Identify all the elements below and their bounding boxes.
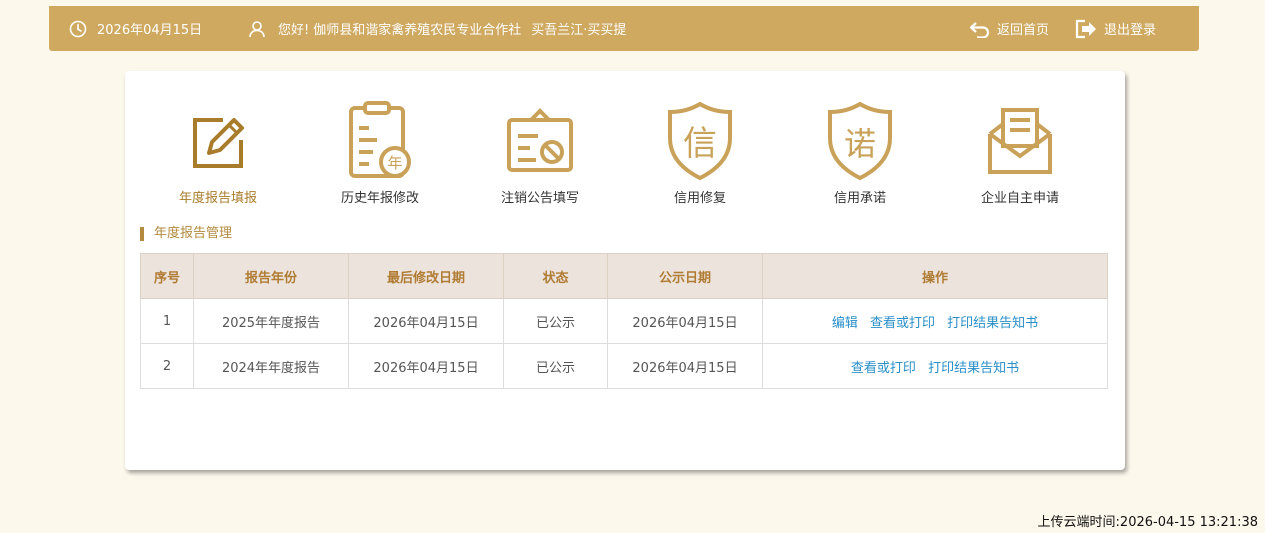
menu-label: 年度报告填报 (178, 191, 257, 206)
print-result-notice-link[interactable]: 打印结果告知书 (947, 316, 1038, 331)
cell-modified: 2026年04月15日 (348, 298, 504, 344)
home-button[interactable]: 返回首页 (969, 6, 1049, 51)
col-header-index: 序号 (140, 253, 194, 299)
cell-status: 已公示 (503, 298, 608, 344)
menu-label: 信用承诺 (833, 191, 886, 206)
col-header-year: 报告年份 (193, 253, 349, 299)
edit-link[interactable]: 编辑 (832, 316, 858, 331)
company-name: 伽师县和谐家禽养殖农民专业合作社 (313, 23, 522, 38)
menu-credit-repair[interactable]: 信 信用修复 (620, 99, 780, 206)
col-header-publish: 公示日期 (607, 253, 763, 299)
menu-label: 历史年报修改 (340, 191, 419, 206)
view-print-link[interactable]: 查看或打印 (851, 361, 916, 376)
menu-label: 信用修复 (673, 191, 726, 206)
return-arrow-icon (969, 20, 997, 38)
menu-label: 企业自主申请 (980, 191, 1059, 206)
col-header-actions: 操作 (762, 253, 1108, 299)
svg-text:信: 信 (683, 124, 717, 164)
header-date: 2026年04月15日 (69, 6, 202, 51)
header-user-info: 您好! 伽师县和谐家禽养殖农民专业合作社 买吾兰江·买买提 (248, 6, 626, 51)
envelope-icon (940, 99, 1100, 183)
section-title: 年度报告管理 (140, 227, 232, 241)
home-label: 返回首页 (997, 23, 1050, 38)
menu-history-report[interactable]: 年 历史年报修改 (300, 99, 460, 206)
cell-publish: 2026年04月15日 (607, 298, 763, 344)
menu-cancel-notice[interactable]: 注销公告填写 (460, 99, 620, 206)
col-header-modified: 最后修改日期 (348, 253, 504, 299)
table-header-row: 序号 报告年份 最后修改日期 状态 公示日期 操作 (140, 253, 1108, 299)
view-print-link[interactable]: 查看或打印 (870, 316, 935, 331)
edit-pencil-icon (138, 99, 298, 183)
cancel-notice-icon (460, 99, 620, 183)
shield-promise-icon: 诺 (780, 99, 940, 183)
cell-year: 2024年年度报告 (193, 343, 349, 389)
clock-icon (69, 20, 97, 38)
logout-button[interactable]: 退出登录 (1074, 6, 1156, 51)
cell-modified: 2026年04月15日 (348, 343, 504, 389)
print-result-notice-link[interactable]: 打印结果告知书 (928, 361, 1019, 376)
shield-credit-icon: 信 (620, 99, 780, 183)
menu-credit-promise[interactable]: 诺 信用承诺 (780, 99, 940, 206)
svg-text:诺: 诺 (844, 125, 876, 163)
col-header-status: 状态 (503, 253, 608, 299)
main-card: 年度报告填报 年 历史年报修改 注销公告填写 信 信用修复 诺 信用承诺 企业自… (125, 71, 1125, 470)
svg-text:年: 年 (387, 154, 402, 172)
top-header-bar: 2026年04月15日 您好! 伽师县和谐家禽养殖农民专业合作社 买吾兰江·买买… (49, 6, 1199, 51)
menu-enterprise-application[interactable]: 企业自主申请 (940, 99, 1100, 206)
user-icon (248, 20, 278, 38)
clipboard-year-icon: 年 (300, 99, 460, 183)
annual-report-table: 序号 报告年份 最后修改日期 状态 公示日期 操作 1 2025年年度报告 20… (140, 253, 1108, 389)
cell-publish: 2026年04月15日 (607, 343, 763, 389)
person-name: 买吾兰江·买买提 (531, 23, 627, 38)
greeting-text: 您好! (278, 23, 310, 38)
cell-index: 2 (140, 343, 194, 389)
table-row: 1 2025年年度报告 2026年04月15日 已公示 2026年04月15日 … (140, 298, 1108, 344)
logout-label: 退出登录 (1104, 23, 1157, 38)
cell-actions: 编辑 查看或打印 打印结果告知书 (762, 298, 1108, 344)
cell-actions: 查看或打印 打印结果告知书 (762, 343, 1108, 389)
logout-icon (1074, 19, 1104, 39)
upload-time: 上传云端时间:2026-04-15 13:21:38 (1037, 515, 1258, 530)
menu-label: 注销公告填写 (500, 191, 579, 206)
cell-year: 2025年年度报告 (193, 298, 349, 344)
cell-index: 1 (140, 298, 194, 344)
menu-annual-report[interactable]: 年度报告填报 (138, 99, 298, 206)
header-date-text: 2026年04月15日 (97, 23, 203, 38)
cell-status: 已公示 (503, 343, 608, 389)
table-row: 2 2024年年度报告 2026年04月15日 已公示 2026年04月15日 … (140, 343, 1108, 389)
